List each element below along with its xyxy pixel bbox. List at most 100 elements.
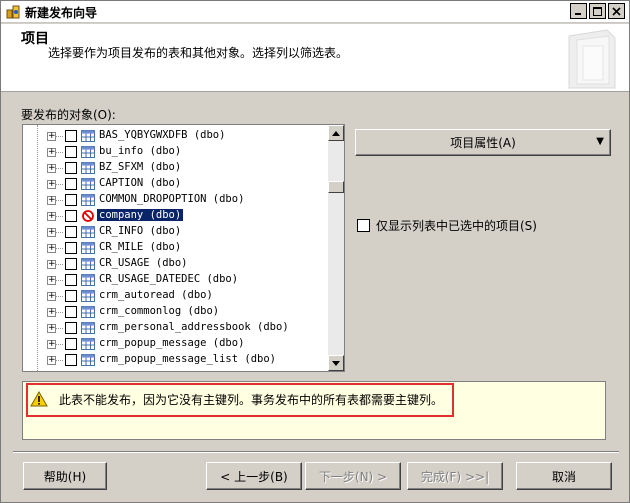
publish-checkbox[interactable] [65,354,77,366]
expand-icon[interactable]: + [47,324,56,333]
warning-message: 此表不能发布，因为它没有主键列。事务发布中的所有表都需要主键列。 [59,393,444,407]
minimize-button[interactable] [570,3,587,19]
help-button[interactable]: 帮助(H) [23,462,107,490]
wizard-header: 项目 选择要作为项目发布的表和其他对象。选择列以筛选表。 [1,24,629,92]
publish-checkbox[interactable] [65,130,77,142]
tree-row[interactable]: + CAPTION (dbo) [23,176,328,192]
expand-icon[interactable]: + [47,196,56,205]
table-icon [81,322,95,334]
back-button[interactable]: < 上一步(B) [206,462,302,490]
scroll-thumb[interactable] [328,181,344,193]
tree-connector [56,184,63,185]
tree-row[interactable]: + crm_popup_message (dbo) [23,336,328,352]
tree-row-label: crm_popup_message_list (dbo) [99,353,277,365]
tree-row-label: CR_USAGE (dbo) [99,257,188,269]
tree-row[interactable]: + CR_INFO (dbo) [23,224,328,240]
publish-checkbox[interactable] [65,322,77,334]
expand-icon[interactable]: + [47,356,56,365]
tree-connector [56,152,63,153]
publish-checkbox[interactable] [65,274,77,286]
tree-row-label: CAPTION (dbo) [99,177,182,189]
table-icon [81,130,95,142]
next-button[interactable]: 下一步(N) > [305,462,401,490]
tree-connector [56,344,63,345]
tree-row-label: COMMON_DROPOPTION (dbo) [99,193,245,205]
tree-row[interactable]: + CR_USAGE (dbo) [23,256,328,272]
publish-checkbox[interactable] [65,162,77,174]
show-only-checked-option[interactable]: 仅显示列表中已选中的项目(S) [357,217,537,234]
publish-checkbox[interactable] [65,226,77,238]
publish-checkbox[interactable] [65,210,77,222]
tree-row-label: company (dbo) [97,209,184,221]
button-separator [13,451,619,453]
tree-connector [56,168,63,169]
wizard-banner-graphic [568,29,616,89]
title-bar[interactable]: 新建发布向导 [1,1,629,23]
wizard-window: 新建发布向导 项目 选择要作为项目发布的表和其他对象。选择列以筛选表。 要发布的… [0,0,630,503]
tree-connector [56,360,63,361]
cancel-button[interactable]: 取消 [516,462,612,490]
expand-icon[interactable]: + [47,148,56,157]
tree-connector [56,248,63,249]
tree-row[interactable]: + crm_autoread (dbo) [23,288,328,304]
scroll-down-button[interactable] [328,355,344,371]
publish-checkbox[interactable] [65,306,77,318]
close-icon [612,6,621,16]
close-button[interactable] [608,3,625,19]
tree-row-label: crm_autoread (dbo) [99,289,213,301]
maximize-button[interactable] [589,3,606,19]
tree-row-label: crm_popup_message (dbo) [99,337,245,349]
expand-icon[interactable]: + [47,180,56,189]
tree-row[interactable]: + company (dbo) [23,208,328,224]
objects-to-publish-label: 要发布的对象(O): [21,108,116,122]
tree-row[interactable]: + CR_USAGE_DATEDEC (dbo) [23,272,328,288]
item-properties-button[interactable]: 项目属性(A) ▼ [355,129,611,156]
tree-connector [56,312,63,313]
tree-row-label: crm_personal_addressbook (dbo) [99,321,289,333]
tree-row-label: CR_USAGE_DATEDEC (dbo) [99,273,239,285]
publish-checkbox[interactable] [65,194,77,206]
expand-icon[interactable]: + [47,132,56,141]
publish-checkbox[interactable] [65,242,77,254]
tree-row[interactable]: + CR_MILE (dbo) [23,240,328,256]
publish-checkbox[interactable] [65,290,77,302]
message-panel: 此表不能发布，因为它没有主键列。事务发布中的所有表都需要主键列。 [22,381,606,440]
tree-row[interactable]: + BZ_SFXM (dbo) [23,160,328,176]
publish-checkbox[interactable] [65,178,77,190]
scroll-up-button[interactable] [328,125,344,141]
expand-icon[interactable]: + [47,212,56,221]
show-only-checked-checkbox[interactable] [357,219,370,232]
tree-row[interactable]: + BAS_YQBYGWXDFB (dbo) [23,128,328,144]
expand-icon[interactable]: + [47,244,56,253]
table-icon [81,194,95,206]
tree-scrollbar[interactable] [328,125,344,371]
publish-checkbox[interactable] [65,146,77,158]
publish-checkbox[interactable] [65,258,77,270]
expand-icon[interactable]: + [47,164,56,173]
tree-row[interactable]: + bu_info (dbo) [23,144,328,160]
expand-icon[interactable]: + [47,308,56,317]
expand-icon[interactable]: + [47,228,56,237]
app-icon [6,5,20,19]
page-title: 项目 [21,31,49,47]
tree-connector [56,136,63,137]
tree-row[interactable]: + COMMON_DROPOPTION (dbo) [23,192,328,208]
expand-icon[interactable]: + [47,276,56,285]
publish-checkbox[interactable] [65,338,77,350]
tree-row[interactable]: + crm_commonlog (dbo) [23,304,328,320]
tree-connector [56,328,63,329]
expand-icon[interactable]: + [47,260,56,269]
table-icon [81,178,95,190]
tree-row[interactable]: + crm_popup_message_list (dbo) [23,352,328,368]
expand-icon[interactable]: + [47,292,56,301]
tree-connector [56,264,63,265]
table-icon [81,306,95,318]
warning-icon [30,391,48,407]
finish-button[interactable]: 完成(F) >>| [407,462,503,490]
page-description: 选择要作为项目发布的表和其他对象。选择列以筛选表。 [48,46,349,60]
table-icon [81,146,95,158]
objects-tree[interactable]: + BAS_YQBYGWXDFB (dbo) + bu_info (dbo) + BZ_S… [22,124,345,372]
table-icon [81,258,95,270]
expand-icon[interactable]: + [47,340,56,349]
tree-row[interactable]: + crm_personal_addressbook (dbo) [23,320,328,336]
